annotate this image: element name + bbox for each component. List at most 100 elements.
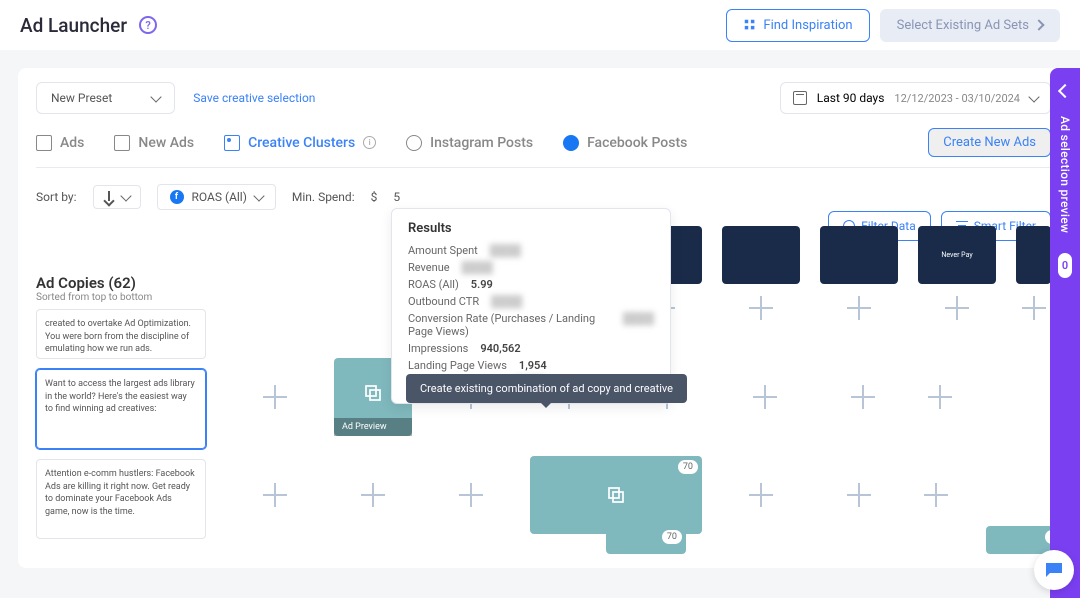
tab-new-ads[interactable]: New Ads [114, 135, 194, 151]
preset-select[interactable]: New Preset [36, 82, 175, 114]
plus-icon [753, 385, 777, 409]
main-content: New Preset Save creative selection Last … [0, 50, 1080, 586]
popover-metric-value: ████ [462, 261, 493, 274]
create-new-ads-button[interactable]: Create New Ads [928, 128, 1051, 157]
chevron-left-icon[interactable] [1058, 84, 1072, 98]
popover-metric-value: 940,562 [480, 342, 520, 355]
preset-value: New Preset [51, 91, 112, 105]
plus-icon [1022, 296, 1046, 320]
save-creative-link[interactable]: Save creative selection [193, 91, 315, 105]
tab-facebook[interactable]: Facebook Posts [563, 135, 687, 151]
strip-cell[interactable]: 70 [606, 526, 686, 554]
big-preview-cell[interactable]: 70 [530, 456, 702, 534]
info-icon[interactable]: i [363, 136, 376, 149]
find-inspiration-label: Find Inspiration [763, 18, 852, 33]
ad-copy-card[interactable]: Attention e-comm hustlers: Facebook Ads … [36, 459, 206, 539]
roas-select[interactable]: fROAS (All) [157, 184, 276, 210]
copy-icon [606, 485, 626, 505]
plus-icon [749, 483, 773, 507]
popover-metric-value: ████ [491, 295, 522, 308]
plus-row-3: 70 [216, 456, 1051, 534]
side-count-badge: 0 [1058, 253, 1072, 278]
popover-row: Conversion Rate (Purchases / Landing Pag… [408, 310, 654, 340]
facebook-icon [563, 135, 579, 151]
select-existing-button[interactable]: Select Existing Ad Sets [880, 9, 1060, 42]
facebook-dot-icon: f [170, 190, 184, 204]
plus-icon [847, 296, 871, 320]
plus-icon [928, 385, 952, 409]
add-cell[interactable] [334, 456, 412, 534]
chat-bubble[interactable] [1034, 550, 1074, 590]
plus-icon [924, 483, 948, 507]
plus-icon [459, 483, 483, 507]
min-spend-label: Min. Spend: [292, 190, 355, 204]
popover-metric-value: 1,954 [519, 359, 547, 372]
popover-metric-label: Conversion Rate (Purchases / Landing Pag… [408, 312, 611, 338]
create-combination-tooltip: Create existing combination of ad copy a… [406, 374, 687, 403]
popover-row: ROAS (All) 5.99 [408, 276, 654, 293]
sort-direction[interactable] [93, 185, 141, 209]
date-picker[interactable]: Last 90 days 12/12/2023 - 03/10/2024 [780, 82, 1051, 114]
rect-icon [114, 135, 130, 151]
chevron-down-icon [151, 91, 162, 102]
plus-icon [851, 385, 875, 409]
add-cell[interactable] [1016, 294, 1051, 322]
add-cell[interactable] [918, 456, 953, 534]
plus-icon [749, 296, 773, 320]
chat-icon [1044, 561, 1064, 579]
preview-label: Ad Preview [334, 418, 412, 436]
add-cell[interactable] [236, 456, 314, 534]
plus-icon [945, 296, 969, 320]
grid-area: Ad Copies (62) Sorted from top to bottom… [36, 226, 1051, 554]
popover-metric-value: 5.99 [471, 278, 493, 291]
add-cell[interactable] [432, 456, 510, 534]
rect-icon [36, 135, 52, 151]
ad-copy-card[interactable]: created to overtake Ad Optimization. You… [36, 309, 206, 359]
content-panel: New Preset Save creative selection Last … [18, 68, 1069, 568]
find-inspiration-button[interactable]: Find Inspiration [726, 9, 869, 42]
score-badge: 70 [662, 530, 682, 544]
chevron-down-icon [253, 190, 264, 201]
creative-thumb[interactable] [722, 226, 800, 284]
creative-thumb[interactable]: Never Pay [918, 226, 996, 284]
min-spend-value[interactable]: 5 [393, 190, 400, 204]
arrow-down-icon [104, 191, 114, 203]
ad-copies-title: Ad Copies (62) [36, 274, 206, 292]
date-label: Last 90 days [817, 91, 885, 105]
plus-icon [361, 483, 385, 507]
add-cell[interactable] [722, 294, 800, 322]
header-left: Ad Launcher ? [20, 14, 157, 37]
ad-copies-column: Ad Copies (62) Sorted from top to bottom… [36, 226, 216, 554]
plus-icon [263, 385, 287, 409]
image-icon [224, 135, 240, 151]
add-cell[interactable] [824, 358, 902, 436]
add-cell[interactable] [722, 456, 800, 534]
ad-selection-preview-panel[interactable]: Ad selection preview 0 [1050, 68, 1080, 598]
chevron-right-icon [1033, 19, 1044, 30]
add-cell[interactable] [236, 358, 314, 436]
add-cell[interactable] [922, 358, 957, 436]
select-existing-label: Select Existing Ad Sets [897, 18, 1029, 33]
popover-metric-label: Landing Page Views [408, 359, 507, 372]
tab-ads[interactable]: Ads [36, 135, 84, 151]
add-cell[interactable] [918, 294, 996, 322]
help-icon[interactable]: ? [139, 16, 157, 34]
tab-creative-clusters[interactable]: Creative Clustersi [224, 135, 376, 151]
plus-icon [847, 483, 871, 507]
chevron-down-icon [1028, 91, 1039, 102]
popover-metric-label: Revenue [408, 261, 450, 274]
add-cell[interactable] [820, 294, 898, 322]
popover-row: Landing Page Views 1,954 [408, 357, 654, 374]
popover-metric-label: ROAS (All) [408, 278, 459, 291]
creative-thumb[interactable] [1016, 226, 1051, 284]
page-title: Ad Launcher [20, 14, 127, 37]
popover-row: Outbound CTR████ [408, 293, 654, 310]
ad-copy-card[interactable]: Want to access the largest ads library i… [36, 369, 206, 449]
tab-instagram[interactable]: Instagram Posts [406, 135, 533, 151]
currency: $ [371, 190, 378, 204]
chevron-down-icon [120, 190, 131, 201]
creative-thumb[interactable] [820, 226, 898, 284]
toolbar: New Preset Save creative selection Last … [36, 82, 1051, 114]
add-cell[interactable] [726, 358, 804, 436]
add-cell[interactable] [820, 456, 898, 534]
